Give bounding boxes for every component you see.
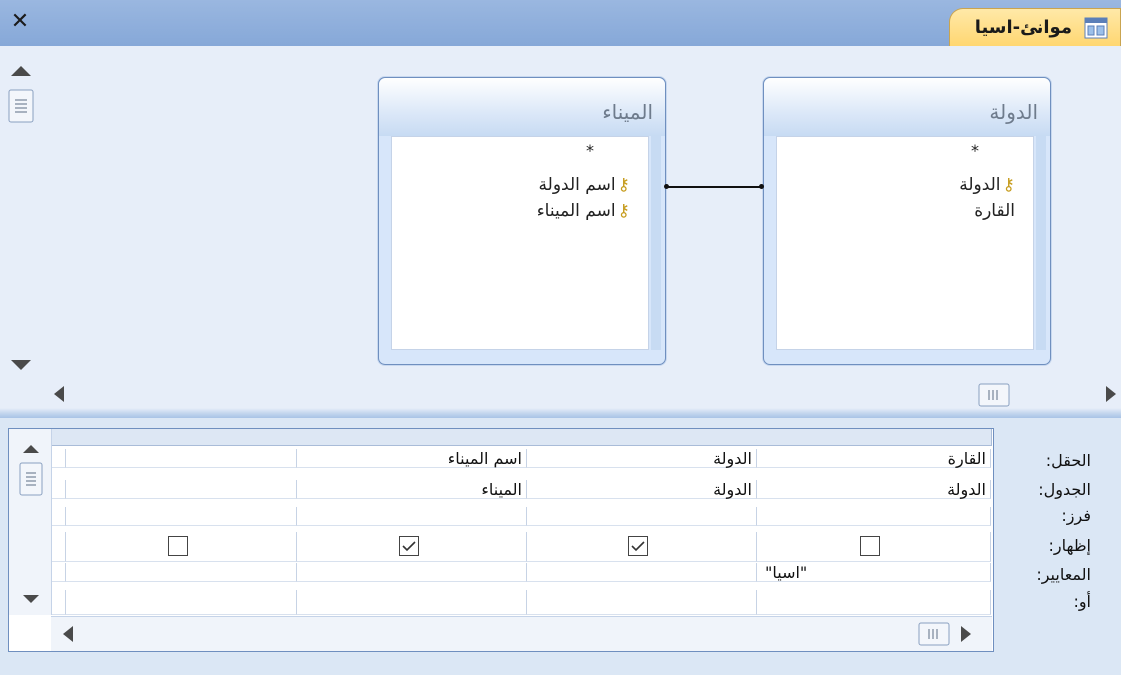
primary-key-icon: ⚷	[1002, 175, 1015, 195]
column-selector[interactable]	[51, 429, 67, 446]
field-country-name[interactable]: ⚷اسم الدولة	[539, 175, 630, 195]
checkmark-icon	[631, 541, 645, 552]
design-horizontal-scrollbar[interactable]	[42, 378, 1121, 410]
column-selector[interactable]	[66, 429, 298, 446]
grid-cell-field[interactable]: القارة	[757, 449, 991, 468]
grid-cell-criteria[interactable]	[297, 563, 527, 582]
primary-key-icon: ⚷	[617, 201, 630, 221]
table-country-title[interactable]: الدولة	[764, 78, 1050, 136]
grid-cell-gutter	[51, 590, 66, 615]
field-country[interactable]: ⚷الدولة	[959, 175, 1015, 195]
document-tab[interactable]: موانئ-اسيا	[949, 8, 1121, 47]
scroll-up-icon	[11, 66, 31, 76]
row-label-show: إظهار:	[1048, 536, 1091, 555]
field-all[interactable]: *	[971, 141, 979, 160]
grid-cell-sort[interactable]	[297, 507, 527, 526]
table-country-scrollbar[interactable]	[1036, 136, 1046, 350]
row-label-or: أو:	[1073, 592, 1091, 611]
grid-cell-sort[interactable]	[66, 507, 297, 526]
grid-cell-gutter	[51, 449, 66, 468]
grid-cell-gutter	[51, 563, 66, 582]
grid-cell-gutter	[51, 480, 66, 499]
table-port[interactable]: الميناء * ⚷اسم الدولة ⚷اسم الميناء	[378, 77, 666, 365]
field-continent[interactable]: القارة	[974, 201, 1015, 221]
grid-cell-table[interactable]	[66, 480, 297, 499]
grid-cell-or[interactable]	[527, 590, 757, 615]
relationship-endpoint	[759, 184, 764, 189]
column-selector[interactable]	[527, 429, 758, 446]
grid-cell-sort[interactable]	[527, 507, 757, 526]
show-checkbox[interactable]	[860, 536, 880, 556]
row-label-field: الحقل:	[1045, 451, 1091, 470]
document-tab-label: موانئ-اسيا	[974, 17, 1072, 38]
field-all[interactable]: *	[586, 141, 594, 160]
field-port-name[interactable]: ⚷اسم الميناء	[537, 201, 630, 221]
document-title-bar: ✕ موانئ-اسيا	[0, 0, 1121, 47]
row-label-table: الجدول:	[1038, 480, 1091, 499]
grid-cell-gutter	[51, 532, 66, 562]
grid-cell-criteria[interactable]	[527, 563, 757, 582]
show-checkbox[interactable]	[168, 536, 188, 556]
grid-horizontal-scrollbar[interactable]	[51, 616, 992, 651]
grid-cell-table[interactable]: الميناء	[297, 480, 527, 499]
table-port-scrollbar[interactable]	[651, 136, 661, 350]
show-checkbox[interactable]	[399, 536, 419, 556]
table-country-fields: * ⚷الدولة القارة	[776, 136, 1034, 350]
scroll-down-icon	[11, 360, 31, 370]
row-label-criteria: المعايير:	[1036, 565, 1091, 584]
primary-key-icon: ⚷	[617, 175, 630, 195]
show-checkbox[interactable]	[628, 536, 648, 556]
row-label-sort: فرز:	[1061, 506, 1091, 525]
grid-cell-field[interactable]	[66, 449, 297, 468]
grid-cell-criteria[interactable]: "اسيا"	[757, 563, 991, 582]
checkmark-icon	[402, 541, 416, 552]
grid-cell-sort[interactable]	[757, 507, 991, 526]
query-icon	[1084, 17, 1108, 39]
relationship-line[interactable]	[667, 186, 763, 188]
grid-cell-field[interactable]: اسم الميناء	[297, 449, 527, 468]
grid-cell-or[interactable]	[297, 590, 527, 615]
table-port-title[interactable]: الميناء	[379, 78, 665, 136]
column-selector[interactable]	[757, 429, 992, 446]
table-country[interactable]: الدولة * ⚷الدولة القارة	[763, 77, 1051, 365]
table-port-fields: * ⚷اسم الدولة ⚷اسم الميناء	[391, 136, 649, 350]
grid-cell-table[interactable]: الدولة	[527, 480, 757, 499]
grid-cell-criteria[interactable]	[66, 563, 297, 582]
design-vertical-scrollbar[interactable]	[6, 54, 36, 384]
grid-cell-field[interactable]: الدولة	[527, 449, 757, 468]
relationship-endpoint	[664, 184, 669, 189]
close-icon[interactable]: ✕	[8, 10, 32, 34]
grid-cell-or[interactable]	[66, 590, 297, 615]
grid-vertical-scrollbar[interactable]	[9, 429, 52, 615]
grid-cell-table[interactable]: الدولة	[757, 480, 991, 499]
grid-cell-or[interactable]	[757, 590, 991, 615]
grid-cell-gutter	[51, 507, 66, 526]
column-selector[interactable]	[297, 429, 528, 446]
